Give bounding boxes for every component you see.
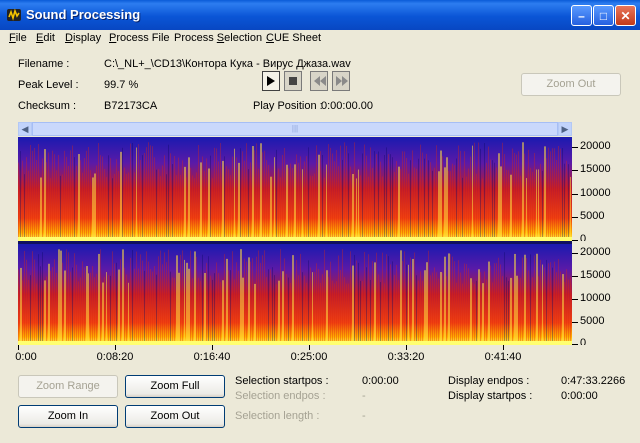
- play-position-label: Play Position :: [253, 100, 323, 112]
- stop-icon: [289, 77, 297, 85]
- scroll-right-button[interactable]: ▶: [558, 122, 572, 136]
- display-endpos-label: Display endpos :: [448, 375, 530, 387]
- checksum-label: Checksum :: [18, 100, 77, 112]
- freq-label: 20000: [580, 246, 611, 258]
- freq-label: 5000: [580, 210, 605, 222]
- selection-endpos-label: Selection endpos :: [235, 390, 326, 402]
- title-bar[interactable]: Sound Processing – □ ✕: [0, 0, 640, 30]
- selection-length-value: -: [362, 410, 366, 422]
- stop-button[interactable]: [284, 71, 302, 91]
- display-endpos-value: 0:47:33.2266: [561, 375, 626, 387]
- checksum-value: B72173CA: [104, 100, 158, 112]
- ytick: [572, 217, 578, 218]
- spectrogram-image-1: [18, 137, 572, 241]
- menu-file[interactable]: File: [9, 32, 27, 44]
- time-tick: [309, 345, 310, 350]
- menu-process-file[interactable]: Process File: [109, 32, 170, 44]
- selection-length-label: Selection length :: [235, 410, 320, 422]
- play-position-value: 0:00:00.00: [321, 100, 373, 112]
- chevron-right-icon: ▶: [561, 124, 569, 134]
- time-label: 0:41:40: [484, 351, 522, 363]
- ytick: [572, 194, 578, 195]
- time-axis: 0:00 0:08:20 0:16:40 0:25:00 0:33:20 0:4…: [15, 345, 572, 365]
- channel-divider: [18, 241, 572, 244]
- menu-process-selection[interactable]: Process Selection: [174, 32, 262, 44]
- freq-label: 20000: [580, 140, 611, 152]
- ytick: [572, 276, 578, 277]
- peak-level-label: Peak Level :: [18, 79, 79, 91]
- ytick: [572, 344, 578, 345]
- zoom-out-top-button[interactable]: Zoom Out: [521, 73, 621, 96]
- frequency-axis-1: 20000 15000 10000 5000 0: [572, 137, 612, 241]
- peak-level-value: 99.7 %: [104, 79, 139, 91]
- time-label: 0:25:00: [290, 351, 328, 363]
- spectrogram-channel-2[interactable]: [18, 244, 572, 345]
- freq-label: 0: [580, 337, 587, 345]
- ytick: [572, 147, 578, 148]
- zoom-in-button[interactable]: Zoom In: [18, 405, 118, 428]
- time-label: 0:00: [15, 351, 37, 363]
- menu-display[interactable]: Display: [65, 32, 101, 44]
- time-label: 0:08:20: [96, 351, 134, 363]
- spectrogram-channel-1[interactable]: [18, 137, 572, 241]
- time-tick: [115, 345, 116, 350]
- time-tick: [212, 345, 213, 350]
- time-label: 0:16:40: [193, 351, 231, 363]
- freq-label: 0: [580, 233, 587, 241]
- menu-cue-sheet[interactable]: CUE Sheet: [266, 32, 321, 44]
- minimize-button[interactable]: –: [571, 5, 592, 26]
- play-button[interactable]: [262, 71, 280, 91]
- freq-label: 10000: [580, 187, 611, 199]
- freq-label: 10000: [580, 292, 611, 304]
- ytick: [572, 170, 578, 171]
- close-icon: ✕: [620, 9, 631, 23]
- rewind-icon: [314, 76, 326, 86]
- freq-label: 15000: [580, 163, 611, 175]
- scroll-left-button[interactable]: ◀: [18, 122, 32, 136]
- frequency-axis-2: 20000 15000 10000 5000 0: [572, 244, 612, 345]
- sound-processing-window: Sound Processing – □ ✕ File Edit Display…: [0, 0, 640, 443]
- horizontal-scrollbar[interactable]: ◀ ||| ▶: [18, 122, 572, 136]
- ytick: [572, 322, 578, 323]
- selection-startpos-value: 0:00:00: [362, 375, 399, 387]
- filename-value: C:\_NL+_\CD13\Контора Кука - Вирус Джаза…: [104, 58, 351, 70]
- menu-bar: File Edit Display Process File Process S…: [0, 30, 640, 48]
- close-button[interactable]: ✕: [615, 5, 636, 26]
- maximize-icon: □: [599, 9, 608, 23]
- ytick: [572, 240, 578, 241]
- fast-forward-button[interactable]: [332, 71, 350, 91]
- filename-label: Filename :: [18, 58, 70, 70]
- menu-edit[interactable]: Edit: [36, 32, 55, 44]
- minimize-icon: –: [578, 9, 585, 23]
- selection-startpos-label: Selection startpos :: [235, 375, 329, 387]
- maximize-button[interactable]: □: [593, 5, 614, 26]
- display-startpos-label: Display startpos :: [448, 390, 533, 402]
- display-startpos-value: 0:00:00: [561, 390, 598, 402]
- zoom-full-button[interactable]: Zoom Full: [125, 375, 225, 398]
- rewind-button[interactable]: [310, 71, 328, 91]
- selection-endpos-value: -: [362, 390, 366, 402]
- zoom-out-button[interactable]: Zoom Out: [125, 405, 225, 428]
- freq-label: 15000: [580, 269, 611, 281]
- ytick: [572, 253, 578, 254]
- play-icon: [267, 76, 275, 86]
- chevron-left-icon: ◀: [21, 124, 29, 134]
- spectrogram-image-2: [18, 244, 572, 345]
- zoom-range-button[interactable]: Zoom Range: [18, 375, 118, 398]
- time-label: 0:33:20: [387, 351, 425, 363]
- time-tick: [18, 345, 19, 350]
- ytick: [572, 299, 578, 300]
- fast-forward-icon: [336, 76, 348, 86]
- freq-label: 5000: [580, 315, 605, 327]
- time-tick: [406, 345, 407, 350]
- grip-icon: |||: [291, 124, 299, 133]
- app-icon: [7, 8, 21, 21]
- time-tick: [503, 345, 504, 350]
- scroll-thumb[interactable]: |||: [32, 122, 558, 136]
- window-title: Sound Processing: [26, 7, 141, 22]
